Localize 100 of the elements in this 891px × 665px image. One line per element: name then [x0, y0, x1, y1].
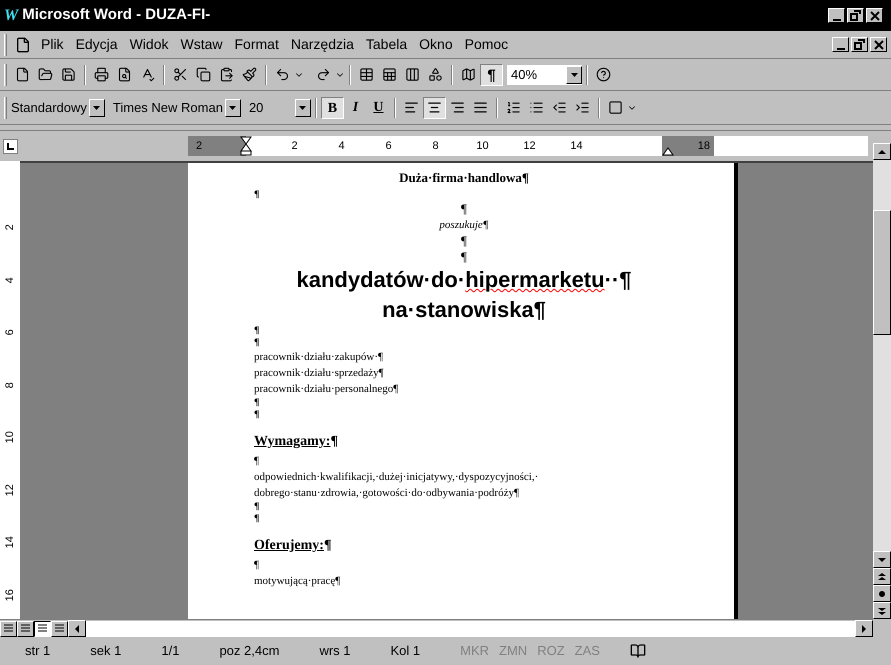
indent-marker-icon[interactable] — [240, 136, 252, 156]
font-style-button[interactable]: U — [366, 96, 390, 118]
paragraph-mark: ¶ — [461, 249, 467, 265]
document-text: pracownik·działu·personalnego¶ — [254, 382, 398, 397]
font-field[interactable]: Times New Roman — [112, 98, 245, 118]
ruler-label: 4 — [2, 276, 17, 283]
document-text: dobrego·stanu·zdrowia,·gotowości·do·odbywania·podróży¶ — [254, 486, 519, 501]
dropdown-button[interactable] — [224, 98, 241, 116]
paragraph-mark: ¶ — [254, 189, 260, 201]
paragraph-mark: ¶ — [461, 233, 467, 249]
status-item: str 1 — [25, 642, 50, 660]
previous-page-button[interactable] — [873, 568, 891, 585]
document-heading: Duża·firma·handlowa¶ — [399, 169, 529, 187]
ruler-label: 2 — [290, 138, 299, 154]
ruler-label: 2 — [2, 224, 17, 230]
menu-item[interactable]: Wstaw — [174, 34, 228, 55]
menu-item[interactable]: Edycja — [70, 34, 124, 55]
minimize-button[interactable] — [832, 37, 849, 52]
font-size-field[interactable]: 20 — [248, 98, 311, 118]
ruler-label: 6 — [384, 138, 393, 154]
paragraph-mark: ¶ — [254, 325, 260, 337]
paragraph-mark: ¶ — [254, 397, 260, 409]
menu-item[interactable]: Tabela — [360, 34, 414, 55]
document-text: ¶ — [254, 558, 259, 573]
scroll-up-button[interactable] — [873, 143, 891, 160]
style-field[interactable]: Standardowy — [11, 98, 109, 118]
document-text: odpowiednich·kwalifikacji,·dużej·inicjatywy,·dyspozycyjności,· — [254, 470, 538, 485]
caret-icon — [229, 106, 236, 110]
font-style-button[interactable]: I — [344, 96, 367, 118]
ruler-label: 2 — [196, 138, 202, 154]
ruler-label: 16 — [2, 588, 17, 601]
document-icon — [15, 36, 31, 52]
paragraph-mark: ¶ — [254, 501, 260, 513]
document-text: pracownik·działu·zakupów·¶ — [254, 350, 383, 365]
restore-icon — [854, 39, 865, 50]
paragraph-mark: ¶ — [254, 513, 260, 525]
document-text: motywującą·pracę¶ — [254, 574, 340, 589]
document-text: ¶ — [254, 454, 259, 469]
status-item: sek 1 — [90, 642, 122, 660]
document-text: pracownik·działu·sprzedaży¶ — [254, 366, 384, 381]
document-subtitle: poszukuje¶ — [439, 218, 489, 233]
ruler-label: 6 — [2, 329, 17, 336]
restore-button[interactable] — [847, 8, 864, 23]
app-logo: W — [4, 6, 18, 26]
ruler-label: 10 — [475, 138, 490, 154]
show-formatting-button[interactable]: ¶ — [480, 64, 503, 86]
view-icon — [4, 624, 13, 633]
close-button[interactable] — [866, 8, 883, 23]
caret-icon — [93, 106, 100, 110]
scroll-down-button[interactable] — [873, 551, 891, 568]
status-item: 1/1 — [161, 642, 180, 660]
scrollbar-thumb[interactable] — [873, 210, 891, 335]
dropdown-button[interactable] — [566, 66, 582, 84]
menu-item[interactable]: Format — [228, 34, 285, 55]
section-heading: Wymagamy:¶ — [254, 433, 338, 451]
restore-button[interactable] — [851, 37, 868, 52]
minimize-icon — [832, 18, 840, 20]
browse-object-button[interactable] — [873, 585, 891, 602]
view-button[interactable] — [34, 620, 51, 636]
menu-item[interactable]: Pomoc — [458, 34, 514, 55]
minimize-icon — [836, 48, 844, 50]
status-item: poz 2,4cm — [219, 642, 280, 660]
ruler-label: 8 — [2, 382, 17, 388]
zoom-field[interactable]: 40% — [507, 64, 582, 84]
scroll-right-button[interactable] — [855, 620, 873, 637]
view-icon — [21, 624, 30, 633]
ruler-label: 14 — [2, 536, 17, 548]
dropdown-button[interactable] — [88, 98, 105, 116]
status-item: ZAS — [574, 642, 600, 660]
window-title: Microsoft Word - DUZA-FI- — [22, 5, 210, 26]
status-item: wrs 1 — [319, 642, 350, 660]
tab-stop-button[interactable] — [2, 138, 18, 154]
dropdown-button[interactable] — [294, 98, 311, 116]
ruler-label: 8 — [431, 138, 440, 154]
status-item: ROZ — [537, 642, 565, 660]
menu-item[interactable]: Okno — [413, 34, 459, 55]
font-style-button[interactable]: B — [320, 96, 344, 118]
status-item: Kol 1 — [390, 642, 420, 660]
menu-item[interactable]: Widok — [124, 34, 174, 55]
scroll-left-button[interactable] — [68, 620, 86, 637]
menu-item[interactable]: Plik — [35, 34, 70, 55]
indent-marker-icon[interactable] — [662, 147, 674, 156]
ruler-label: 12 — [522, 138, 537, 154]
ruler-label: 12 — [2, 484, 17, 496]
menu-item[interactable]: Narzędzia — [284, 34, 360, 55]
ruler-label: 4 — [337, 138, 346, 154]
paragraph-mark: ¶ — [461, 201, 467, 217]
close-icon — [874, 40, 884, 50]
close-icon — [870, 10, 880, 20]
restore-icon — [850, 10, 861, 21]
view-icon — [38, 624, 47, 633]
ruler-label: 10 — [2, 431, 17, 444]
document-title: kandydatów·do·hipermarketu··¶ — [296, 266, 632, 294]
document-title: na·stanowiska¶ — [382, 296, 546, 324]
book-icon — [630, 643, 646, 659]
minimize-button[interactable] — [828, 8, 845, 23]
caret-icon — [299, 106, 306, 110]
next-page-button[interactable] — [873, 602, 891, 619]
close-button[interactable] — [870, 37, 887, 52]
align-icon[interactable] — [422, 96, 446, 118]
